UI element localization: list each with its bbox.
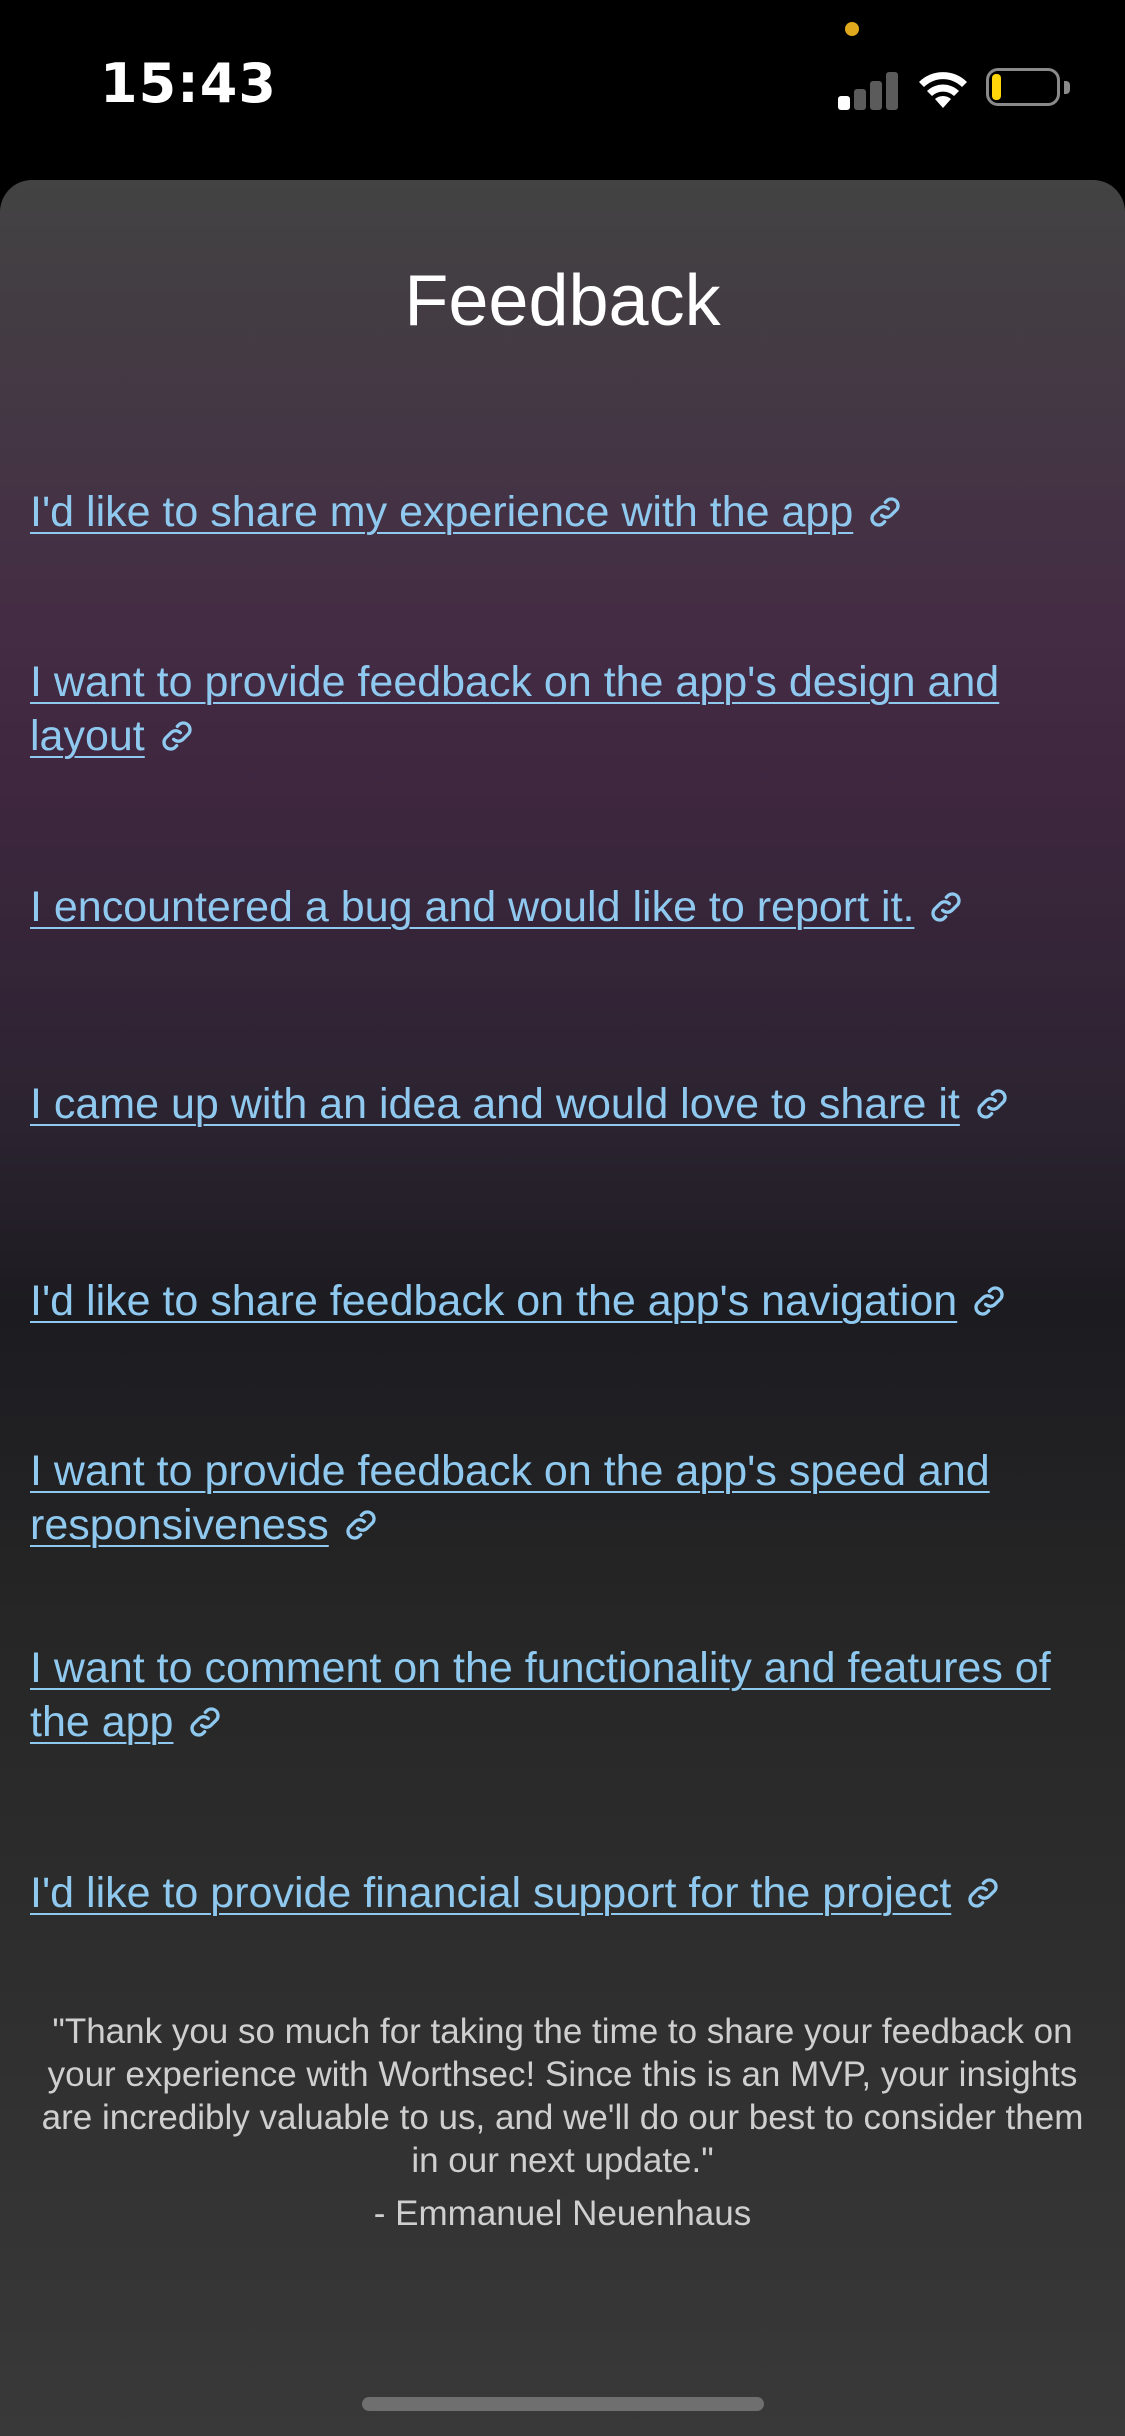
wifi-icon (919, 72, 967, 108)
battery-icon (986, 68, 1072, 110)
privacy-indicator-dot (845, 22, 859, 36)
feedback-sheet: Feedback I'd like to share my experience… (0, 180, 1125, 2436)
link-label: I came up with an idea and would love to… (30, 1080, 960, 1128)
link-icon (346, 1510, 376, 1540)
link-share-experience[interactable]: I'd like to share my experience with the… (30, 485, 1100, 539)
link-label: I'd like to share feedback on the app's … (30, 1277, 958, 1325)
link-label: I want to provide feedback on the app's … (30, 1447, 990, 1549)
page-title: Feedback (404, 261, 721, 341)
link-share-idea[interactable]: I came up with an idea and would love to… (30, 1077, 1100, 1131)
link-icon (977, 1089, 1007, 1119)
link-functionality-features[interactable]: I want to comment on the functionality a… (30, 1641, 1100, 1749)
link-icon (190, 1707, 221, 1737)
status-bar: 15:43 (0, 0, 1125, 180)
link-icon (974, 1286, 1004, 1316)
link-design-layout[interactable]: I want to provide feedback on the app's … (30, 655, 1100, 763)
link-report-bug[interactable]: I encountered a bug and would like to re… (30, 880, 1100, 934)
cellular-signal-icon (838, 70, 900, 110)
link-icon (162, 721, 192, 751)
link-icon (968, 1878, 998, 1908)
link-icon (870, 497, 900, 527)
status-time: 15:43 (100, 52, 277, 115)
link-navigation[interactable]: I'd like to share feedback on the app's … (30, 1274, 1100, 1328)
link-label: I want to comment on the functionality a… (30, 1644, 1051, 1746)
link-label: I encountered a bug and would like to re… (30, 883, 915, 931)
link-icon (931, 892, 962, 922)
home-indicator[interactable] (362, 2397, 764, 2411)
thank-you-message: "Thank you so much for taking the time t… (41, 2012, 1084, 2180)
signature: - Emmanuel Neuenhaus (373, 2194, 752, 2233)
link-label: I'd like to share my experience with the… (30, 488, 854, 536)
battery-level-fill (992, 74, 1001, 100)
link-speed-responsiveness[interactable]: I want to provide feedback on the app's … (30, 1444, 1100, 1552)
link-financial-support[interactable]: I'd like to provide financial support fo… (30, 1866, 1100, 1920)
link-label: I'd like to provide financial support fo… (30, 1869, 952, 1917)
